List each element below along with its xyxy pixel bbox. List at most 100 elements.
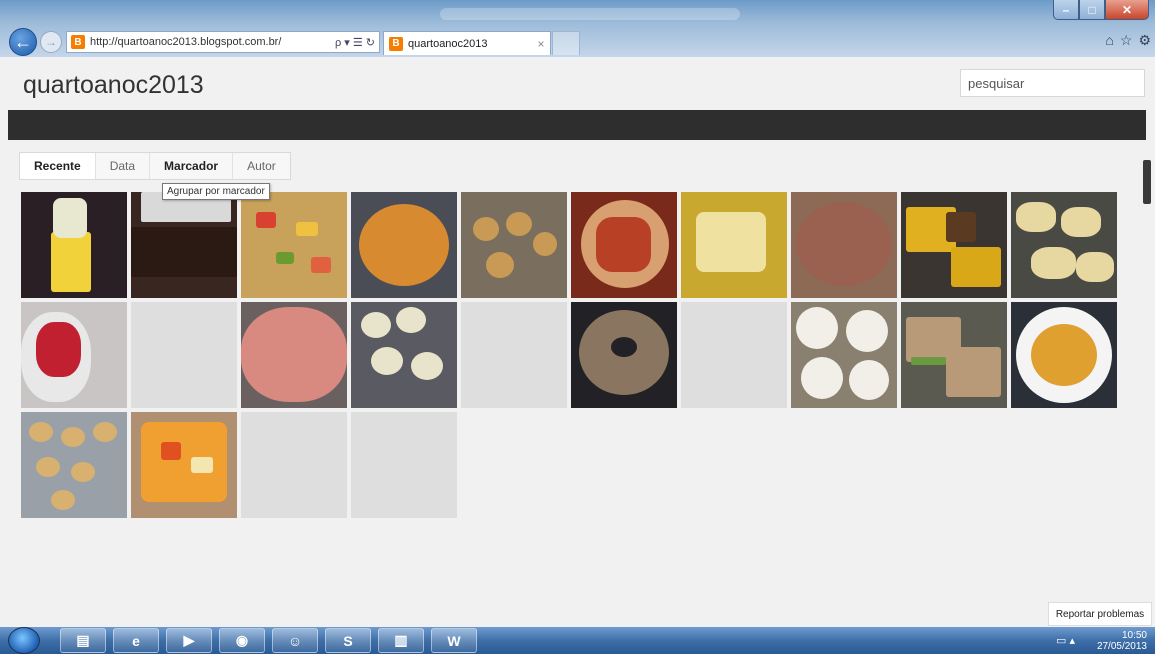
chrome-icon[interactable]: ◉ [219,628,265,653]
photo-detail [849,360,889,400]
empty-tile [351,412,457,518]
bundt-cake-photo[interactable] [571,302,677,408]
minimize-button[interactable]: – [1053,0,1079,20]
dumplings-photo[interactable] [351,302,457,408]
photo-detail [1061,207,1101,237]
users-icon[interactable]: ☺ [272,628,318,653]
photo-detail [533,232,557,256]
scrollbar-thumb[interactable] [1143,160,1151,204]
photo-detail [36,457,60,477]
apple-cubes-photo[interactable] [681,192,787,298]
clock[interactable]: 10:50 27/05/2013 [1097,630,1147,652]
photo-detail [1031,247,1076,279]
photo-detail [911,357,946,365]
tab-quartoanoc2013[interactable]: B quartoanoc2013 × [383,31,551,55]
fruit-salad-photo[interactable] [241,192,347,298]
blog-title[interactable]: quartoanoc2013 [23,71,204,100]
photo-detail [141,422,227,502]
photo-detail [796,307,838,349]
caramel-pie-photo[interactable] [791,192,897,298]
photo-detail [611,337,637,357]
photo-detail [371,347,403,375]
photo-detail [276,252,294,264]
photo-detail [596,217,651,272]
browser-toolbar-icons: ⌂ ☆ ⚙ [1105,32,1151,49]
tab-autor[interactable]: Autor [233,153,290,179]
word-icon[interactable]: W [431,628,477,653]
photo-detail [396,307,426,333]
view-tabs: Recente Data Marcador Autor [19,152,291,180]
orange-pudding-photo[interactable] [351,192,457,298]
start-button[interactable] [8,627,40,654]
window-controls: – □ ✕ [1053,0,1149,20]
photo-detail [951,247,1001,287]
empty-tile [131,302,237,408]
photo-detail [361,312,391,338]
address-tools[interactable]: ρ ▾ ☰ ↻ [335,36,379,49]
photo-detail [796,202,892,286]
photo-detail [359,204,449,286]
photo-detail [71,462,95,482]
fruit-cubes-photo[interactable] [571,192,677,298]
corn-cake-photo[interactable] [901,192,1007,298]
url-text[interactable]: http://quartoanoc2013.blogspot.com.br/ [90,36,335,48]
photo-detail [36,322,81,377]
pink-mousse-photo[interactable] [241,302,347,408]
tray-icons[interactable]: ▭ ▴ [1056,634,1075,647]
favorites-icon[interactable]: ☆ [1120,32,1133,49]
photo-detail [93,422,117,442]
search-input[interactable]: pesquisar [960,69,1145,97]
fruit-cocktail-photo[interactable] [1011,302,1117,408]
settings-icon[interactable]: ⚙ [1138,32,1151,49]
photo-detail [161,442,181,460]
photo-detail [241,307,347,402]
explorer-icon[interactable]: ▤ [60,628,106,653]
title-bar [440,8,740,20]
tab-marcador[interactable]: Marcador [150,153,234,179]
header-bar [8,110,1146,140]
pastries-tray-photo[interactable] [461,192,567,298]
tooltip: Agrupar por marcador [162,183,270,200]
jelly-cups-photo[interactable] [21,302,127,408]
photo-detail [51,232,91,292]
photo-detail [1076,252,1114,282]
photo-detail [506,212,532,236]
photo-detail [486,252,514,278]
forward-button[interactable]: → [40,31,62,53]
empty-tile [461,302,567,408]
tab-data[interactable]: Data [96,153,151,179]
photo-detail [1031,324,1097,386]
new-tab-button[interactable] [552,31,580,55]
sandwiches-photo[interactable] [901,302,1007,408]
garlic-bread-photo[interactable] [1011,192,1117,298]
tab-title: quartoanoc2013 [408,37,488,50]
fruit-bowl-photo[interactable] [131,412,237,518]
photo-detail [311,257,331,273]
photo-detail [846,310,888,352]
address-bar[interactable]: B http://quartoanoc2013.blogspot.com.br/… [66,31,380,53]
photo-detail [61,427,85,447]
photo-detail [53,198,87,238]
photo-detail [1016,202,1056,232]
report-problems-button[interactable]: Reportar problemas [1048,602,1152,626]
tartlets-photo[interactable] [791,302,897,408]
back-button[interactable]: ← [9,28,37,56]
document-icon[interactable]: ▥ [378,628,424,653]
skype-icon[interactable]: S [325,628,371,653]
maximize-button[interactable]: □ [1079,0,1105,20]
clock-time: 10:50 [1121,630,1147,641]
media-player-icon[interactable]: ▶ [166,628,212,653]
chocolate-cake-photo[interactable] [131,192,237,298]
home-icon[interactable]: ⌂ [1105,32,1113,49]
internet-explorer-icon[interactable]: e [113,628,159,653]
close-window-button[interactable]: ✕ [1105,0,1149,20]
tab-recente[interactable]: Recente [20,153,96,179]
cookies-photo[interactable] [21,412,127,518]
photo-detail [51,490,75,510]
tab-close-icon[interactable]: × [532,37,550,51]
photo-detail [191,457,213,473]
photo-detail [29,422,53,442]
photo-detail [411,352,443,380]
photo-detail [296,222,318,236]
juice-bottle-photo[interactable] [21,192,127,298]
